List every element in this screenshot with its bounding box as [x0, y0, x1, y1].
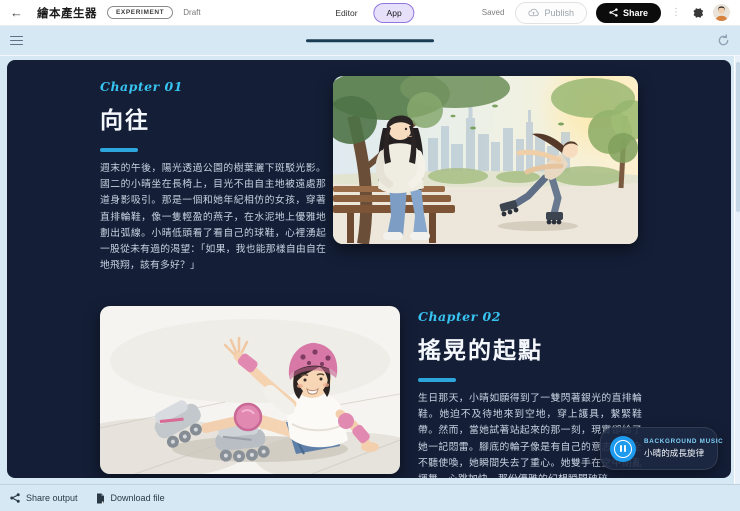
music-label: BACKGROUND MUSIC — [644, 438, 724, 445]
chapter2-divider — [418, 378, 456, 382]
back-arrow-icon[interactable]: ← — [10, 6, 23, 19]
preview-stage: Chapter 01 向往 週末的午後，陽光透過公園的樹葉灑下斑駁光影。國二的小… — [0, 55, 740, 484]
share-nodes-icon — [609, 8, 618, 17]
background-music-player: BACKGROUND MUSIC 小晴的成長旋律 — [600, 427, 724, 470]
share-output-label: Share output — [26, 493, 78, 503]
bottom-bar: Share output Download file — [0, 484, 740, 511]
share-nodes-icon — [10, 493, 20, 503]
reload-icon[interactable] — [717, 34, 730, 47]
storybook-canvas: Chapter 01 向往 週末的午後，陽光透過公園的樹葉灑下斑駁光影。國二的小… — [7, 60, 731, 478]
pause-button[interactable] — [610, 435, 636, 462]
share-button[interactable]: Share — [595, 2, 661, 23]
chapter1-section: Chapter 01 向往 週末的午後，陽光透過公園的樹葉灑下斑駁光影。國二的小… — [100, 79, 326, 274]
download-file-label: Download file — [110, 493, 165, 503]
publish-label: Publish — [544, 7, 574, 18]
saved-status: Saved — [481, 8, 505, 17]
hamburger-menu-icon[interactable] — [10, 35, 23, 46]
music-meta: BACKGROUND MUSIC 小晴的成長旋律 — [644, 438, 724, 459]
kebab-menu-icon[interactable]: ⋮ — [670, 7, 682, 18]
tab-editor[interactable]: Editor — [325, 4, 367, 22]
chapter1-illustration — [333, 76, 638, 244]
user-avatar[interactable] — [713, 4, 730, 21]
share-output-button[interactable]: Share output — [10, 493, 78, 503]
scrollbar-thumb[interactable] — [736, 62, 740, 212]
music-track-title: 小晴的成長旋律 — [644, 448, 705, 458]
pause-icon — [614, 439, 632, 458]
cloud-upload-icon — [528, 8, 540, 17]
experiment-badge: EXPERIMENT — [107, 6, 174, 19]
chapter1-body: 週末的午後，陽光透過公園的樹葉灑下斑駁光影。國二的小晴坐在長椅上，目光不由自主地… — [100, 163, 326, 272]
file-download-icon — [96, 493, 105, 504]
draft-label: Draft — [183, 8, 201, 17]
chapter1-title: 向往 — [100, 107, 150, 133]
chapter1-divider — [100, 148, 138, 152]
vertical-scrollbar[interactable] — [734, 56, 740, 484]
share-label: Share — [622, 7, 648, 18]
chapter2-label: Chapter 02 — [418, 309, 501, 324]
app-title: 繪本產生器 — [37, 7, 97, 20]
chapter2-title: 搖晃的起點 — [418, 337, 543, 363]
download-file-button[interactable]: Download file — [96, 493, 165, 504]
chapter1-label: Chapter 01 — [100, 79, 183, 94]
tab-app[interactable]: App — [373, 2, 415, 23]
publish-button[interactable]: Publish — [515, 1, 587, 24]
settings-gear-icon[interactable] — [691, 6, 704, 19]
topbar-actions: Saved Publish Share ⋮ — [481, 1, 730, 24]
top-bar: ← 繪本產生器 EXPERIMENT Draft Editor App Save… — [0, 0, 740, 26]
chapter2-illustration — [100, 306, 400, 474]
preview-toolbar — [0, 26, 740, 55]
app-window: ← 繪本產生器 EXPERIMENT Draft Editor App Save… — [0, 0, 740, 511]
progress-bar — [306, 38, 434, 43]
mode-tabs: Editor App — [325, 0, 415, 25]
